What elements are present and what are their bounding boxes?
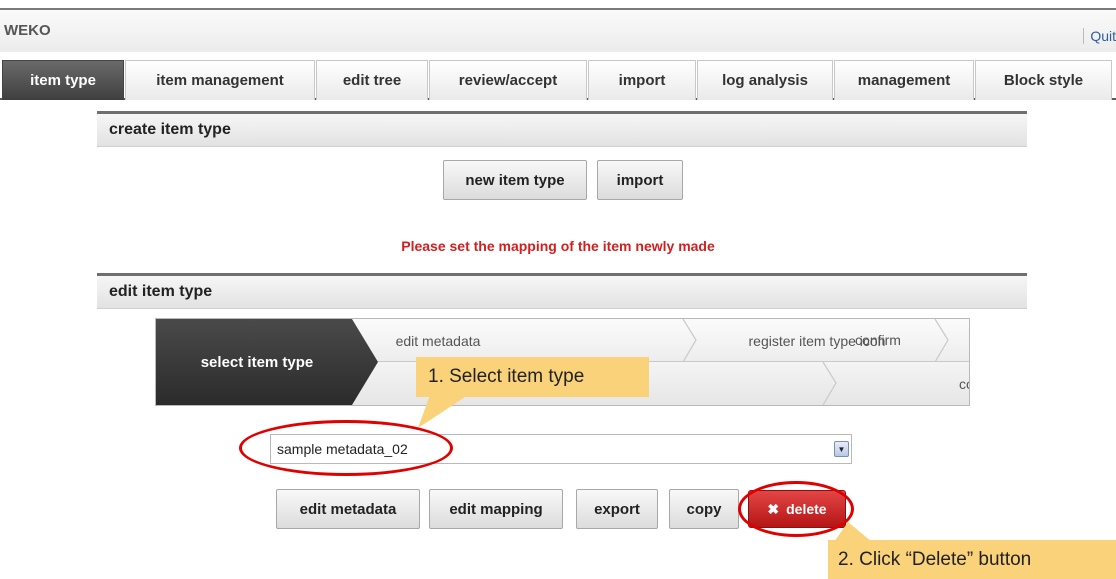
highlight-ring-select (239, 420, 453, 476)
callout-1-pointer (418, 395, 468, 428)
callout-select-item-type: 1. Select item type (416, 357, 649, 397)
highlight-ring-delete (738, 481, 854, 537)
annotation-pointers (418, 395, 872, 542)
callout-click-delete: 2. Click “Delete” button (828, 540, 1116, 579)
